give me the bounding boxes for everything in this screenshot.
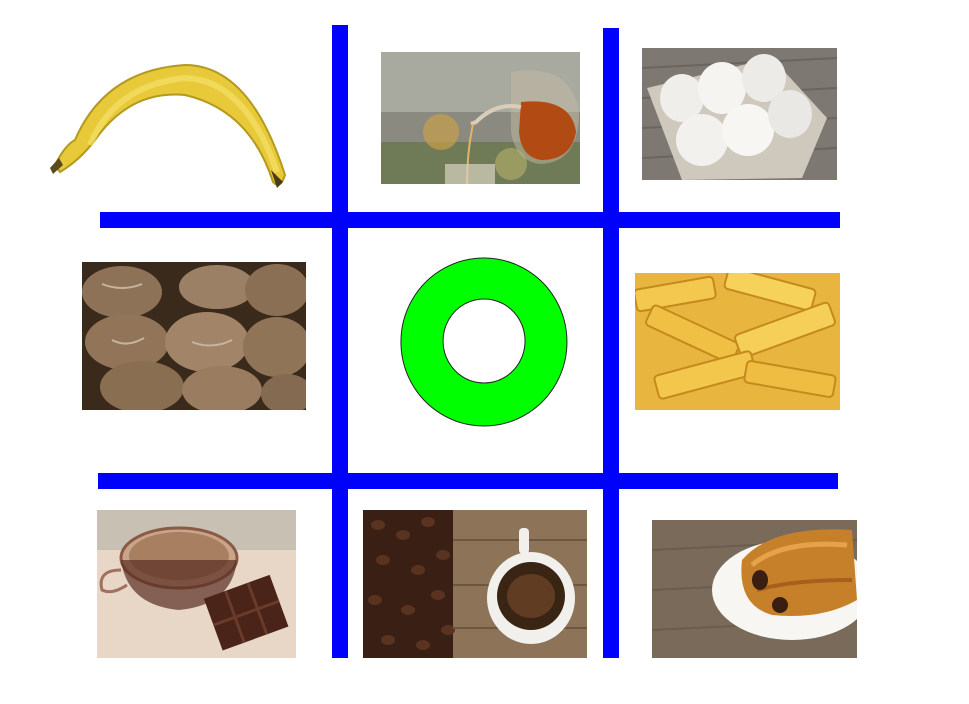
cell-3-3-pastry-image[interactable] bbox=[652, 520, 857, 658]
grid-line-horizontal-top bbox=[100, 212, 840, 228]
cell-1-3-eggs-image[interactable] bbox=[642, 48, 837, 180]
o-mark bbox=[400, 257, 568, 427]
grid-line-vertical-left bbox=[332, 25, 348, 658]
cell-2-3-pasta-image[interactable] bbox=[635, 273, 840, 410]
grid-line-vertical-right bbox=[603, 28, 619, 658]
cell-3-2-coffee-image[interactable] bbox=[363, 510, 587, 658]
grid-line-horizontal-bottom bbox=[98, 473, 838, 489]
cell-1-2-tea-image[interactable] bbox=[381, 52, 580, 184]
tic-tac-toe-board bbox=[0, 0, 969, 704]
cell-3-1-hot-chocolate-image[interactable] bbox=[97, 510, 296, 658]
cell-2-1-bread-image[interactable] bbox=[82, 262, 306, 410]
cell-1-1-banana-image[interactable] bbox=[45, 50, 290, 190]
